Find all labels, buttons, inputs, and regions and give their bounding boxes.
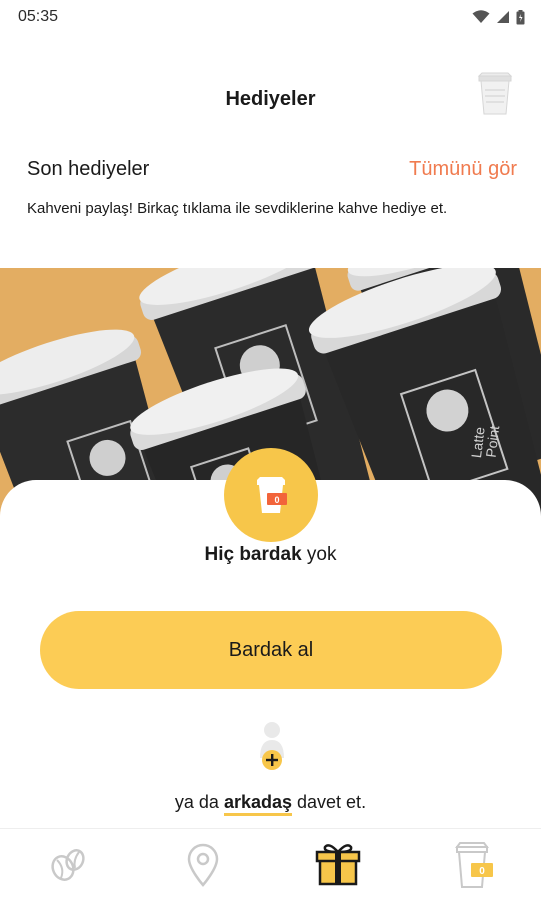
page-title: Hediyeler	[225, 88, 316, 110]
status-bar: 05:35	[0, 0, 541, 34]
cup-icon[interactable]	[475, 70, 515, 116]
location-pin-icon	[187, 843, 219, 887]
nav-item-cups[interactable]: 0	[443, 835, 503, 895]
empty-cup-icon: 0	[257, 477, 287, 513]
section-subtitle: Kahveni paylaş! Birkaç tıklama ile sevdi…	[27, 200, 448, 217]
signal-icon	[497, 11, 509, 23]
add-friend-icon[interactable]	[250, 720, 294, 776]
header: Hediyeler	[0, 60, 541, 140]
invite-prefix: ya da	[174, 792, 224, 812]
gift-icon	[315, 843, 361, 885]
status-icons	[472, 9, 525, 25]
coffee-beans-icon	[50, 848, 85, 881]
buy-cup-button[interactable]: Bardak al	[40, 611, 502, 689]
invite-suffix: davet et.	[292, 792, 367, 812]
empty-state-rest: yok	[301, 544, 337, 565]
nav-item-gifts[interactable]	[308, 835, 368, 895]
nav-item-beans[interactable]	[38, 835, 98, 895]
empty-state-text: Hiç bardak yok	[0, 544, 541, 566]
battery-icon	[516, 9, 525, 24]
status-time: 05:35	[18, 8, 59, 25]
section-title: Son hediyeler	[27, 158, 150, 180]
badge-count: 0	[274, 495, 279, 505]
cup-badge-icon: 0	[455, 841, 494, 888]
bottom-nav: 0	[0, 828, 541, 900]
cup-count-badge: 0	[224, 448, 318, 542]
invite-text: ya da arkadaş davet et.	[0, 792, 541, 816]
wifi-icon	[472, 10, 490, 23]
invite-friend-link[interactable]: arkadaş	[223, 792, 293, 816]
nav-item-location[interactable]	[173, 835, 233, 895]
empty-state-bold: Hiç bardak	[204, 544, 302, 565]
cup-badge-count: 0	[480, 866, 486, 877]
see-all-link[interactable]: Tümünü gör	[409, 158, 517, 181]
